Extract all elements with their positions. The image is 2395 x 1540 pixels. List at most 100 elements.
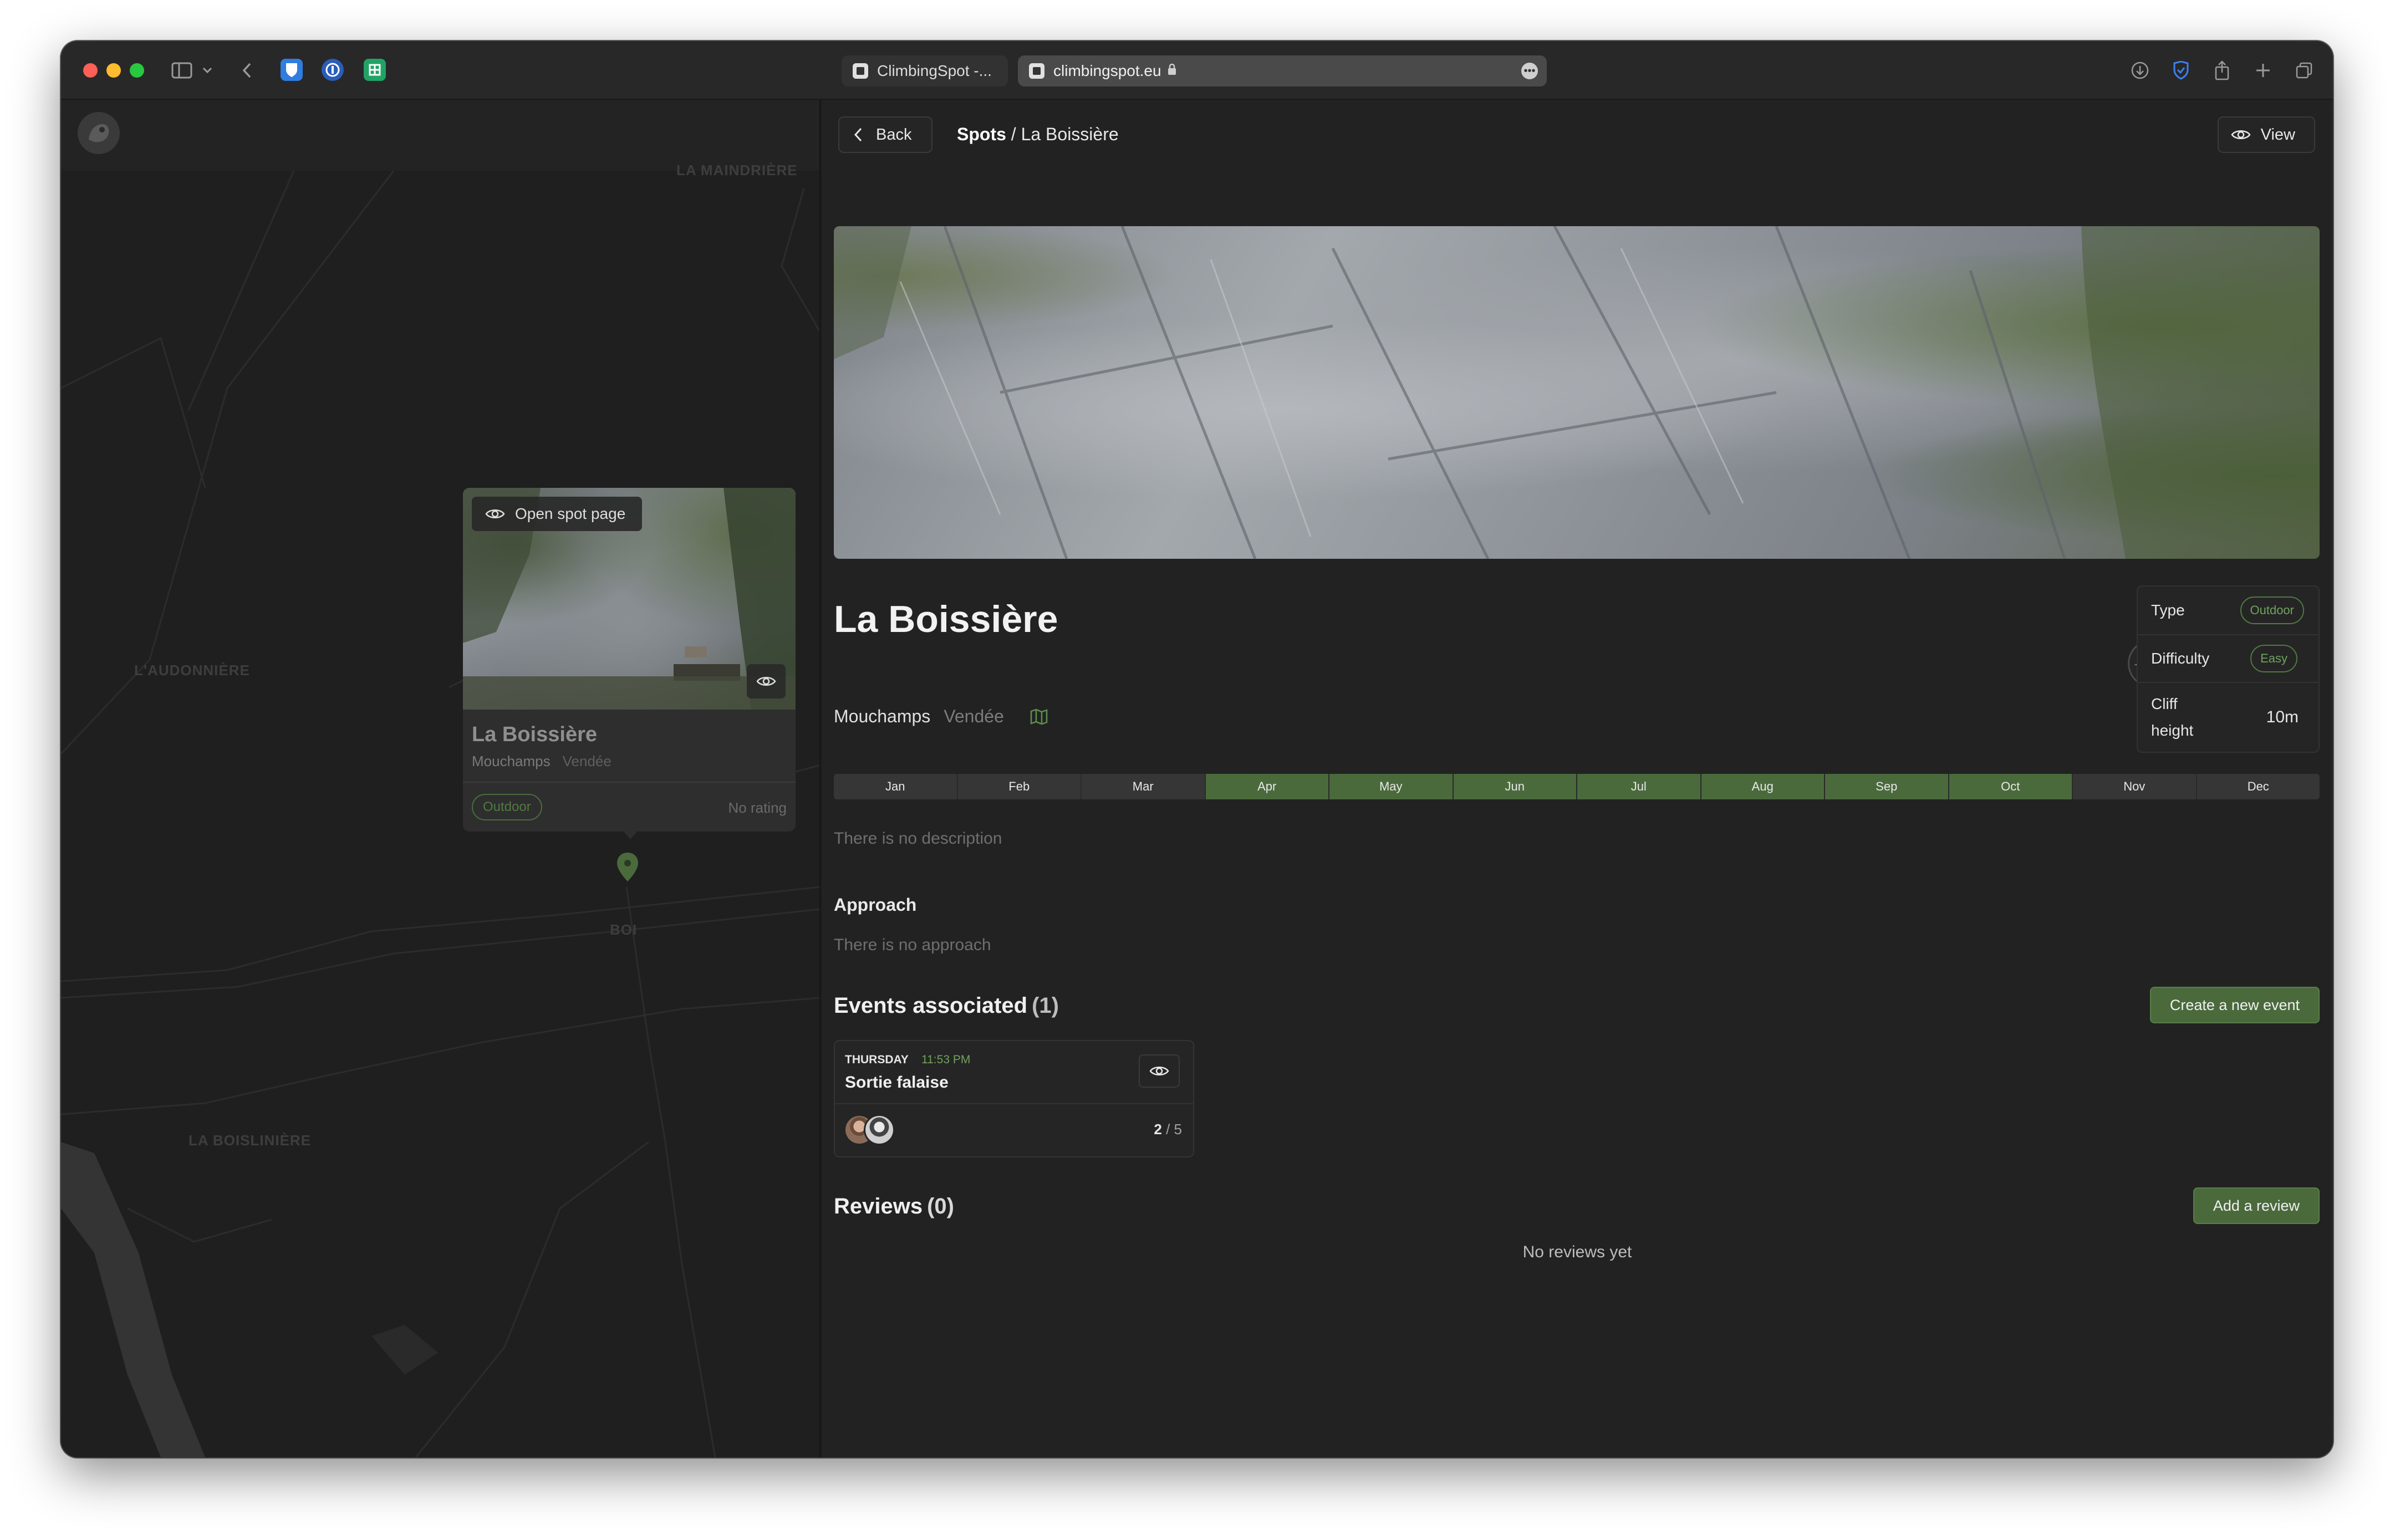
- back-nav-icon[interactable]: [238, 59, 255, 82]
- info-row-difficulty: Difficulty Easy: [2138, 634, 2318, 682]
- month-dec: Dec: [2197, 774, 2320, 799]
- breadcrumb-root[interactable]: Spots: [957, 124, 1006, 144]
- site-favicon-icon: [853, 63, 868, 79]
- participants-current: 2: [1154, 1121, 1162, 1138]
- cliff-height-label-line2: height: [2151, 722, 2194, 739]
- back-label: Back: [876, 125, 912, 144]
- spot-region: Vendée: [944, 706, 1004, 726]
- cliff-height-label-line1: Cliff: [2151, 695, 2178, 712]
- password-manager-extension-icon[interactable]: [322, 59, 344, 81]
- more-options-icon[interactable]: •••: [1521, 63, 1538, 79]
- month-sep: Sep: [1825, 774, 1949, 799]
- season-months: Jan Feb Mar Apr May Jun Jul Aug Sep Oct …: [834, 774, 2320, 799]
- popup-type-badge: Outdoor: [472, 794, 542, 820]
- map-icon[interactable]: [1030, 708, 1048, 726]
- eye-icon: [756, 675, 776, 688]
- shield-icon[interactable]: [2170, 59, 2192, 82]
- cliff-height-label: Cliff height: [2151, 691, 2193, 744]
- map-place-label: LA BOISLINIÈRE: [188, 1132, 312, 1149]
- minimize-window-button[interactable]: [106, 63, 121, 78]
- event-view-button[interactable]: [1139, 1054, 1180, 1088]
- share-icon[interactable]: [2211, 59, 2233, 82]
- month-jun: Jun: [1453, 774, 1577, 799]
- map-place-label: LA MAINDRIÈRE: [676, 162, 798, 179]
- participants-max: 5: [1174, 1121, 1182, 1138]
- participants-count: 2 / 5: [1154, 1121, 1182, 1138]
- map-place-label: BOI: [610, 921, 638, 938]
- type-label: Type: [2151, 601, 2185, 619]
- map-place-label: L'AUDONNIÈRE: [134, 662, 250, 679]
- sheets-extension-icon[interactable]: [364, 59, 386, 81]
- avatar[interactable]: [864, 1114, 895, 1145]
- difficulty-label: Difficulty: [2151, 650, 2210, 667]
- tab-climbingspot[interactable]: ClimbingSpot -...: [842, 55, 1008, 86]
- month-may: May: [1329, 774, 1454, 799]
- map-topbar: [61, 100, 819, 171]
- difficulty-badge: Easy: [2250, 645, 2297, 672]
- events-heading-label: Events associated: [834, 993, 1028, 1018]
- close-window-button[interactable]: [83, 63, 98, 78]
- spot-hero-image: [834, 226, 2320, 559]
- map-pin-icon[interactable]: [615, 851, 640, 883]
- event-day: THURSDAY: [845, 1053, 909, 1066]
- add-review-button[interactable]: Add a review: [2193, 1187, 2320, 1224]
- no-reviews-text: No reviews yet: [1522, 1243, 1632, 1261]
- view-button[interactable]: View: [2217, 116, 2315, 153]
- address-url[interactable]: climbingspot.eu: [1053, 62, 1161, 80]
- month-mar: Mar: [1082, 774, 1206, 799]
- site-favicon-icon: [1029, 63, 1044, 79]
- popup-city: Mouchamps: [472, 753, 551, 769]
- breadcrumb: Spots / La Boissière: [957, 124, 1119, 145]
- event-divider: [835, 1103, 1193, 1104]
- map-panel[interactable]: LA MAINDRIÈRE L'AUDONNIÈRE BOI LA BOISLI…: [61, 100, 821, 1457]
- spot-city: Mouchamps: [834, 706, 931, 726]
- download-icon[interactable]: [2129, 59, 2151, 82]
- spot-title: La Boissière: [834, 598, 1058, 640]
- popup-location: Mouchamps Vendée: [472, 753, 612, 770]
- info-row-type: Type Outdoor: [2138, 587, 2318, 634]
- create-event-button[interactable]: Create a new event: [2149, 987, 2320, 1023]
- browser-window: ClimbingSpot -... climbingspot.eu ••• LA…: [61, 41, 2333, 1457]
- spot-popup[interactable]: Open spot page La Boissière Mouchamps Ven…: [463, 488, 796, 832]
- event-time: 11:53 PM: [921, 1053, 971, 1066]
- popup-view-button[interactable]: [747, 664, 786, 698]
- address-bar-tab[interactable]: climbingspot.eu •••: [1018, 55, 1547, 86]
- chevron-down-icon[interactable]: [201, 59, 214, 82]
- popup-divider: [463, 782, 796, 783]
- month-aug: Aug: [1701, 774, 1825, 799]
- popup-spot-title: La Boissière: [472, 723, 597, 746]
- back-button[interactable]: Back: [838, 116, 933, 153]
- popup-pointer: [623, 830, 638, 839]
- info-row-height: Cliff height 10m: [2138, 682, 2318, 752]
- eye-icon: [1149, 1064, 1169, 1078]
- sidebar-toggle-icon[interactable]: [170, 59, 194, 82]
- browser-titlebar: ClimbingSpot -... climbingspot.eu •••: [61, 41, 2333, 100]
- month-apr: Apr: [1205, 774, 1329, 799]
- bitwarden-extension-icon[interactable]: [281, 59, 303, 81]
- spot-location: Mouchamps Vendée: [834, 706, 1048, 727]
- popup-region: Vendée: [562, 753, 612, 769]
- events-heading: Events associated (1): [834, 993, 1059, 1018]
- new-tab-icon[interactable]: [2252, 59, 2274, 82]
- spot-description: There is no description: [834, 829, 1002, 848]
- event-name: Sortie falaise: [845, 1073, 949, 1092]
- eye-icon: [485, 507, 505, 521]
- popup-rating: No rating: [728, 799, 787, 816]
- app-logo-icon[interactable]: [78, 112, 120, 154]
- tab-overview-icon[interactable]: [2293, 59, 2315, 82]
- zoom-window-button[interactable]: [130, 63, 144, 78]
- open-spot-page-button[interactable]: Open spot page: [472, 497, 643, 531]
- month-jan: Jan: [834, 774, 958, 799]
- open-spot-page-label: Open spot page: [515, 505, 626, 522]
- tab-title: ClimbingSpot -...: [877, 62, 992, 79]
- event-card[interactable]: THURSDAY 11:53 PM Sortie falaise 2 / 5: [834, 1040, 1194, 1157]
- month-feb: Feb: [957, 774, 1082, 799]
- month-jul: Jul: [1577, 774, 1701, 799]
- cliff-height-value: 10m: [2266, 708, 2299, 726]
- events-count: (1): [1032, 993, 1059, 1018]
- detail-topbar: Back Spots / La Boissière View: [822, 100, 2333, 171]
- breadcrumb-current: La Boissière: [1021, 124, 1119, 144]
- approach-text: There is no approach: [834, 936, 991, 954]
- reviews-heading: Reviews (0): [834, 1194, 954, 1219]
- spot-info-card: Type Outdoor Difficulty Easy Cliff height…: [2137, 585, 2320, 753]
